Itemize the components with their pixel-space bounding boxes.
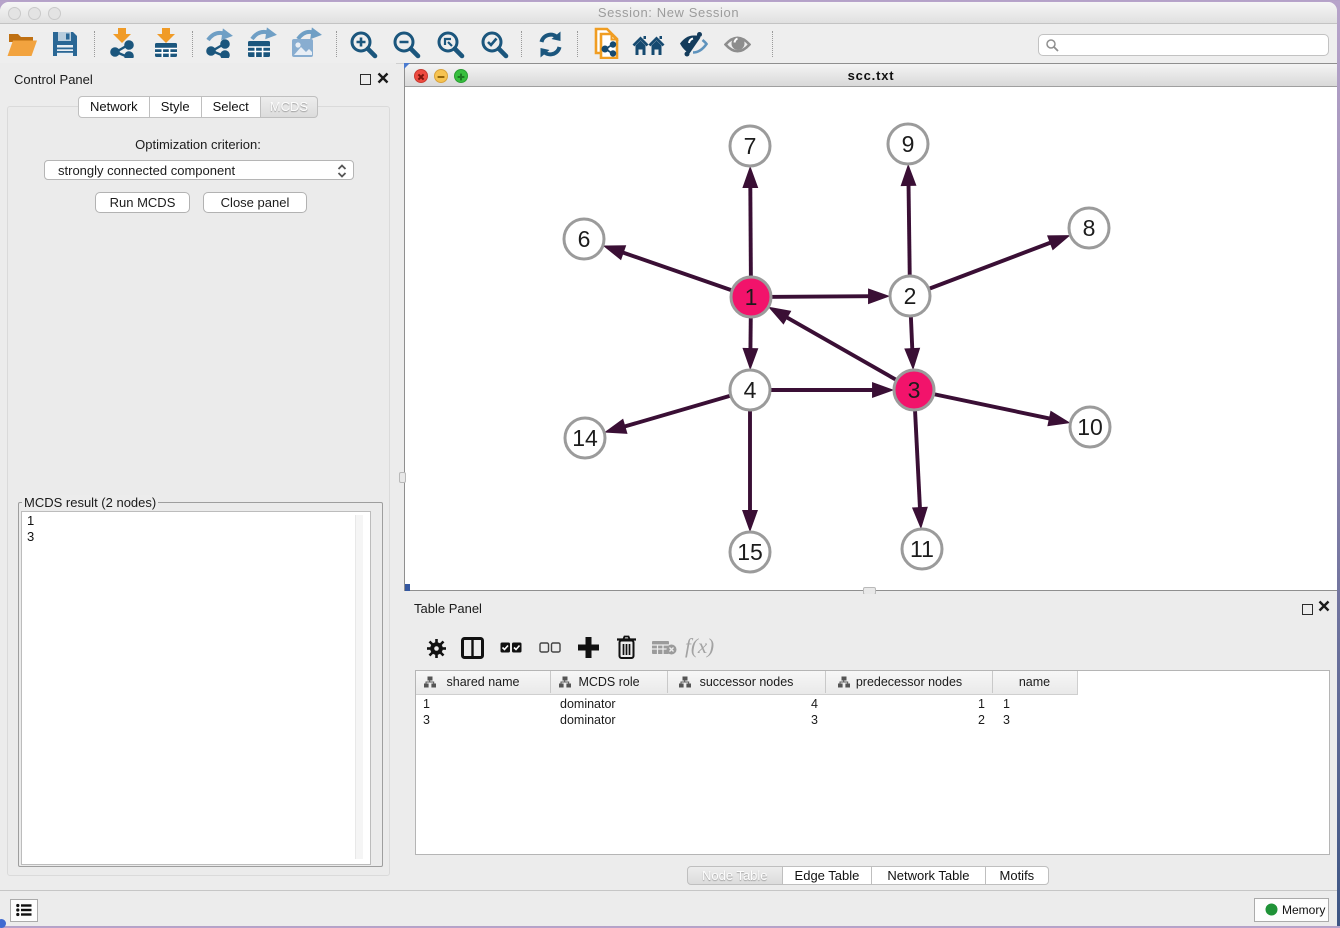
svg-text:1: 1 (745, 284, 758, 310)
svg-text:3: 3 (908, 377, 921, 403)
svg-text:9: 9 (902, 131, 915, 157)
svg-text:11: 11 (910, 536, 934, 562)
svg-text:14: 14 (572, 425, 598, 451)
svg-text:8: 8 (1083, 215, 1096, 241)
svg-text:2: 2 (904, 283, 917, 309)
svg-text:7: 7 (744, 133, 757, 159)
svg-text:6: 6 (578, 226, 591, 252)
svg-text:4: 4 (744, 377, 757, 403)
svg-text:15: 15 (737, 539, 763, 565)
svg-text:10: 10 (1077, 414, 1103, 440)
